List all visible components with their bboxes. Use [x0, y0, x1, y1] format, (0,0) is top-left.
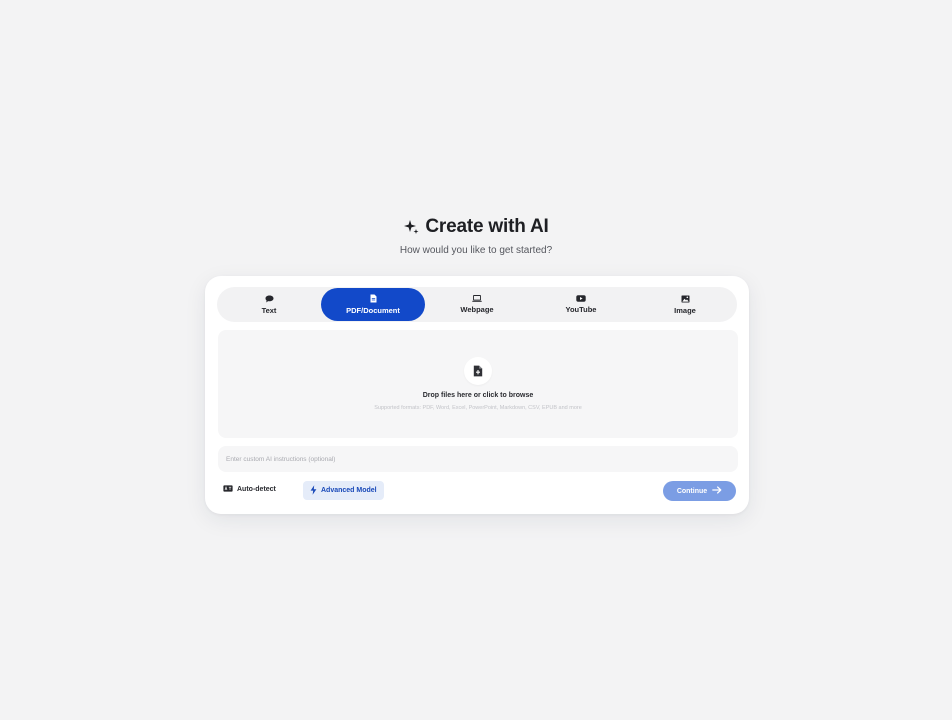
- image-icon: [681, 295, 690, 303]
- tab-webpage[interactable]: Webpage: [425, 288, 529, 321]
- tab-label: YouTube: [565, 305, 597, 314]
- dropzone-formats: Supported formats: PDF, Word, Excel, Pow…: [374, 405, 582, 411]
- custom-instructions-input[interactable]: [218, 446, 738, 472]
- page-subtitle: How would you like to get started?: [399, 245, 553, 256]
- tab-youtube[interactable]: YouTube: [529, 288, 633, 321]
- document-icon: [370, 294, 377, 303]
- youtube-icon: [576, 295, 586, 302]
- sparkle-icon: [403, 219, 419, 235]
- page-header: Create with AI How would you like to get…: [0, 216, 952, 256]
- page: Create with AI How would you like to get…: [0, 0, 952, 720]
- tab-text[interactable]: Text: [217, 288, 321, 321]
- auto-detect-button[interactable]: Auto-detect: [223, 485, 276, 494]
- advanced-model-button[interactable]: Advanced Model: [303, 481, 384, 500]
- advanced-model-label: Advanced Model: [321, 487, 377, 494]
- auto-detect-label: Auto-detect: [237, 486, 276, 493]
- tab-label: Webpage: [460, 305, 494, 314]
- chat-bubble-icon: [265, 295, 274, 303]
- language-icon: [223, 485, 233, 494]
- tab-label: Image: [674, 305, 696, 315]
- continue-button[interactable]: Continue: [663, 481, 736, 501]
- create-card: Text PDF/Document Webpage YouTube Image …: [205, 276, 749, 514]
- tab-image[interactable]: Image: [633, 288, 737, 321]
- source-tabs: Text PDF/Document Webpage YouTube Image: [217, 287, 737, 322]
- tab-label: PDF/Document: [346, 306, 400, 315]
- continue-label: Continue: [676, 487, 708, 495]
- lightning-icon: [310, 484, 317, 497]
- arrow-right-icon: [712, 486, 722, 496]
- tab-pdf-document[interactable]: PDF/Document: [321, 288, 425, 321]
- page-title-text: Create with AI: [425, 216, 549, 237]
- laptop-icon: [472, 295, 482, 302]
- page-title: Create with AI: [403, 216, 549, 238]
- tab-label: Text: [261, 305, 277, 315]
- file-dropzone[interactable]: Drop files here or click to browse Suppo…: [218, 330, 738, 438]
- file-upload-icon: [464, 357, 492, 385]
- dropzone-title: Drop files here or click to browse: [422, 392, 534, 399]
